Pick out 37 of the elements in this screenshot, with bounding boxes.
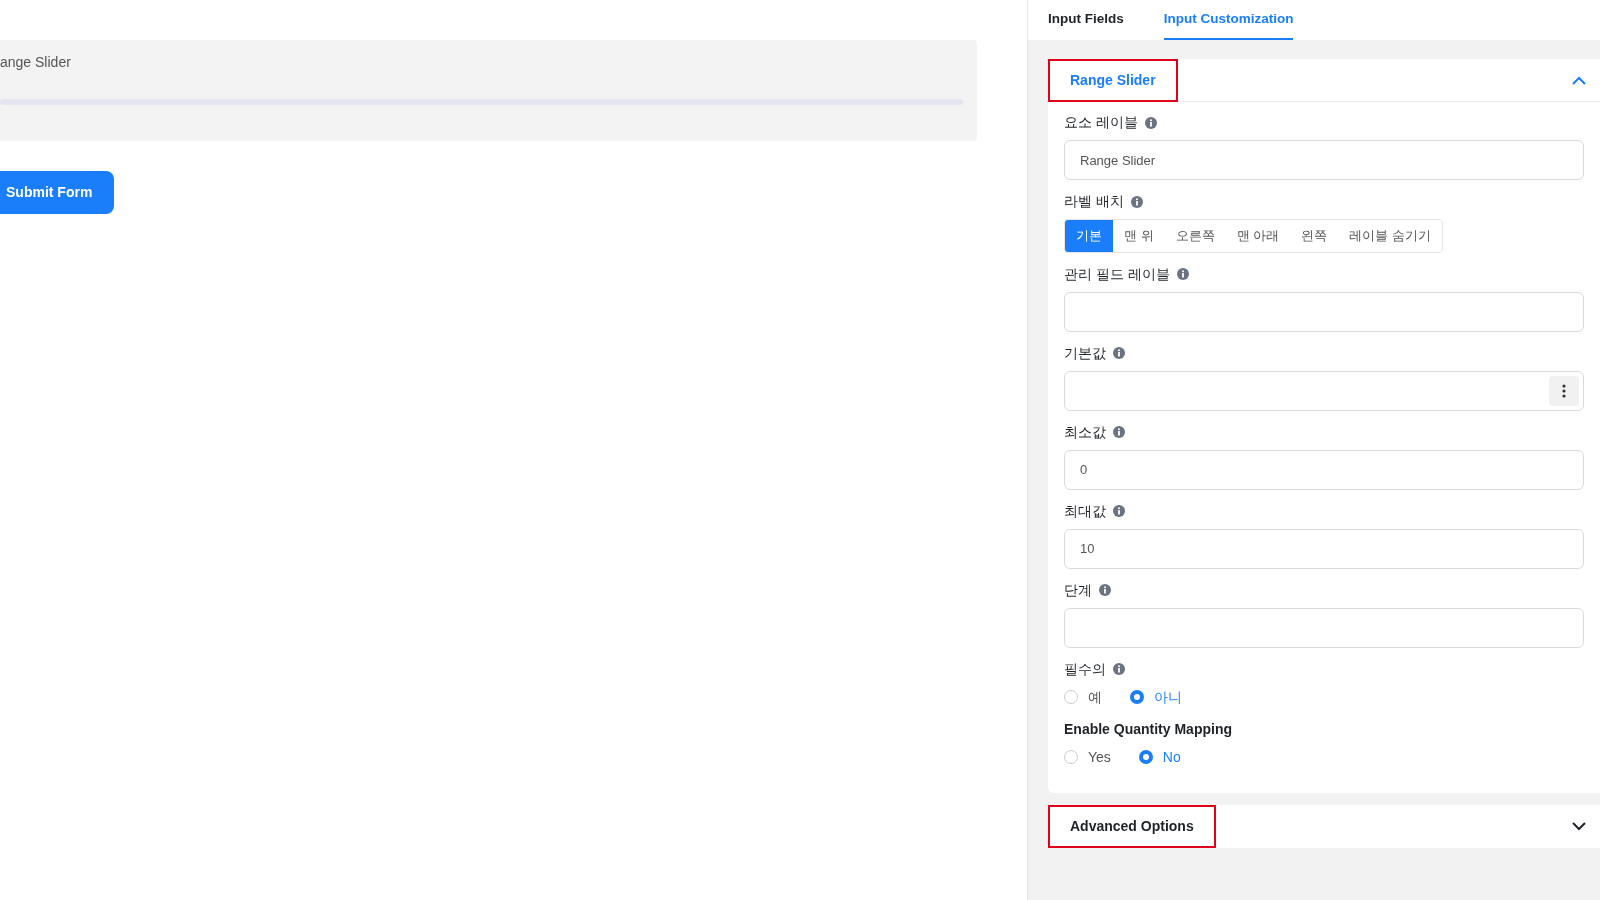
- field-label: ange Slider: [0, 53, 72, 72]
- submit-button[interactable]: Submit Form: [0, 171, 115, 214]
- input-field[interactable]: [1064, 291, 1584, 332]
- input-field[interactable]: [1064, 370, 1584, 411]
- more-button[interactable]: [1549, 375, 1579, 406]
- radio-option[interactable]: No: [1138, 746, 1181, 768]
- input-field[interactable]: 10: [1064, 528, 1584, 569]
- radio-option[interactable]: 아니: [1130, 686, 1182, 708]
- chevron-up-icon[interactable]: [1572, 75, 1586, 85]
- field-label: 요소 레이블: [1064, 113, 1138, 132]
- field-label: 라벨 배치: [1064, 192, 1124, 211]
- info-icon: [1144, 116, 1157, 129]
- tab[interactable]: Input Customization: [1163, 0, 1294, 40]
- field-label: 최대값: [1064, 501, 1106, 521]
- input-field[interactable]: Range Slider: [1064, 140, 1584, 180]
- section-title[interactable]: Advanced Options: [1048, 804, 1216, 848]
- info-icon: [1113, 505, 1125, 517]
- input-field[interactable]: 0: [1064, 449, 1584, 490]
- field-label: 최소값: [1064, 422, 1106, 442]
- info-icon: [1113, 426, 1125, 438]
- field-label: 기본값: [1064, 343, 1106, 363]
- info-icon: [1099, 584, 1111, 596]
- field-label: 필수의: [1064, 659, 1106, 679]
- tab[interactable]: Input Fields: [1048, 0, 1124, 40]
- segment-option[interactable]: 기본: [1065, 220, 1113, 252]
- info-icon: [1176, 268, 1189, 280]
- input-field[interactable]: [1064, 607, 1584, 648]
- section-title[interactable]: Range Slider: [1048, 58, 1178, 102]
- radio-option[interactable]: Yes: [1064, 746, 1111, 768]
- chevron-down-icon[interactable]: [1572, 821, 1586, 831]
- more-vertical-icon: [1562, 383, 1566, 398]
- field-label: 단계: [1064, 580, 1092, 600]
- field-label: 관리 필드 레이블: [1064, 264, 1170, 284]
- info-icon: [1113, 347, 1125, 359]
- field-label: Enable Quantity Mapping: [1064, 719, 1232, 739]
- radio-option[interactable]: 예: [1064, 686, 1102, 708]
- info-icon: [1130, 195, 1143, 208]
